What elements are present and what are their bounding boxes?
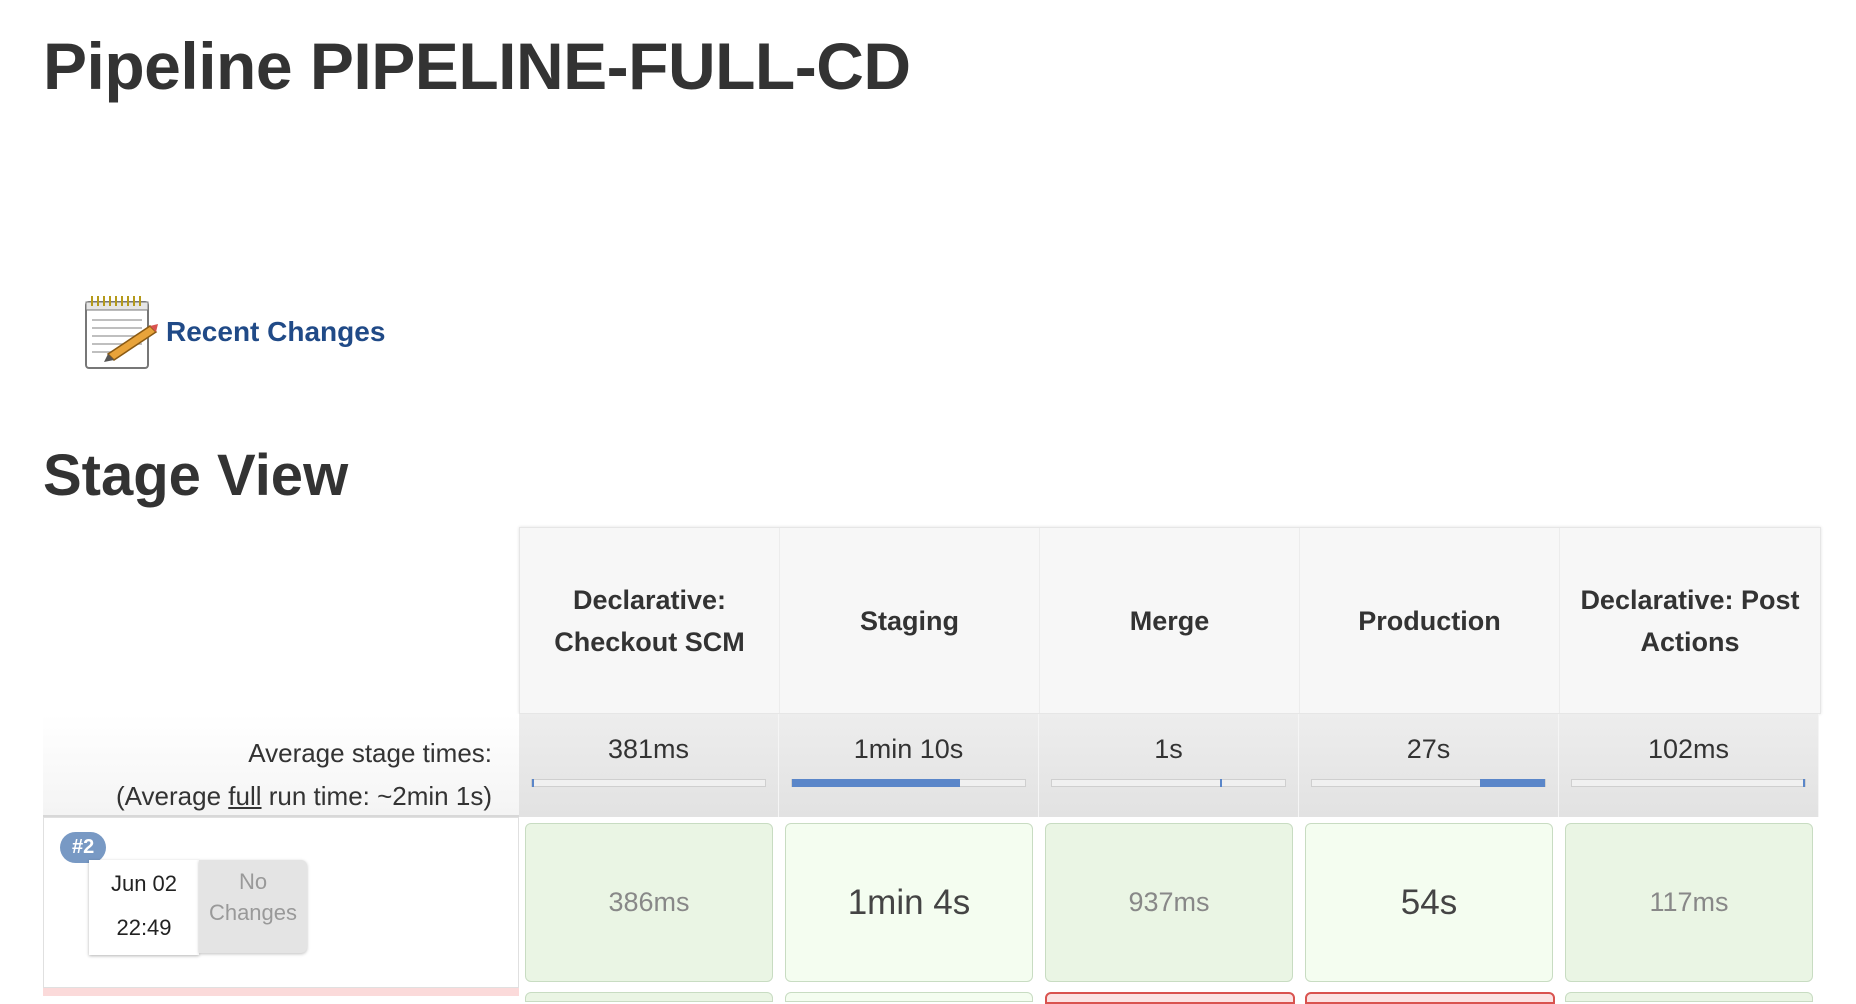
avg-bar-fill: [532, 779, 534, 787]
avg-bar: [1571, 779, 1806, 787]
next-build-row[interactable]: [43, 988, 1826, 1004]
next-build-label[interactable]: [43, 988, 519, 996]
stage-cell[interactable]: 54s: [1299, 817, 1559, 988]
stage-cell[interactable]: 117ms: [1559, 817, 1819, 988]
avg-value: 381ms: [607, 734, 690, 764]
full-run-link[interactable]: full: [228, 781, 261, 811]
avg-run-suffix: run time: ~2min 1s): [261, 781, 492, 811]
notepad-icon: [85, 296, 158, 369]
avg-value: 1s: [1154, 734, 1183, 764]
next-stage-cell-failed[interactable]: [1305, 992, 1555, 1004]
stage-header-staging: Staging: [780, 528, 1040, 713]
stage-view: Declarative: Checkout SCM Staging Merge …: [43, 524, 1826, 1004]
next-stage-cell[interactable]: [525, 992, 773, 1002]
average-times-label: Average stage times: (Average full run t…: [43, 714, 519, 817]
stage-headers: Declarative: Checkout SCM Staging Merge …: [519, 527, 1821, 714]
avg-bar-fill: [1802, 779, 1805, 787]
avg-cell: 102ms: [1559, 714, 1819, 817]
avg-bar-fill: [792, 779, 960, 787]
stage-header-merge: Merge: [1040, 528, 1300, 713]
avg-bar-fill: [1479, 779, 1545, 787]
build-date-day: Jun 02: [110, 871, 178, 896]
avg-cell: 381ms: [519, 714, 779, 817]
average-run-time-text: (Average full run time: ~2min 1s): [43, 775, 492, 818]
build-date[interactable]: Jun 02 22:49: [89, 860, 199, 955]
stage-view-title: Stage View: [43, 443, 349, 508]
avg-cell: 27s: [1299, 714, 1559, 817]
stage-header-checkout: Declarative: Checkout SCM: [520, 528, 780, 713]
avg-value: 102ms: [1647, 734, 1730, 764]
average-times-row: 381ms 1min 10s 1s 27s 102ms: [519, 714, 1819, 817]
avg-run-prefix: (Average: [116, 781, 229, 811]
avg-bar: [1311, 779, 1546, 787]
stage-cell-duration[interactable]: 937ms: [1045, 823, 1293, 982]
build-number-badge[interactable]: #2: [60, 832, 107, 863]
build-changes[interactable]: No Changes: [199, 860, 307, 953]
avg-value: 27s: [1406, 734, 1451, 764]
next-stage-cell-failed[interactable]: [1045, 992, 1295, 1004]
page-title: Pipeline PIPELINE-FULL-CD: [43, 29, 911, 103]
avg-cell: 1s: [1039, 714, 1299, 817]
avg-bar: [791, 779, 1026, 787]
avg-bar: [531, 779, 766, 787]
stage-cell[interactable]: 937ms: [1039, 817, 1299, 988]
build-row-label[interactable]: #2 Jun 02 22:49 No Changes: [43, 817, 519, 988]
average-stage-times-text: Average stage times:: [248, 738, 492, 768]
stage-cell-duration[interactable]: 386ms: [525, 823, 773, 982]
stage-cell-duration[interactable]: 54s: [1305, 823, 1553, 982]
stage-cell[interactable]: 1min 4s: [779, 817, 1039, 988]
build-stage-cells: 386ms 1min 4s 937ms 54s 117ms: [519, 817, 1819, 988]
avg-cell: 1min 10s: [779, 714, 1039, 817]
next-stage-cell[interactable]: [785, 992, 1033, 1002]
avg-bar-fill: [1219, 779, 1222, 787]
stage-cell[interactable]: 386ms: [519, 817, 779, 988]
stage-header-production: Production: [1300, 528, 1560, 713]
stage-cell-duration[interactable]: 1min 4s: [785, 823, 1033, 982]
stage-header-post-actions: Declarative: Post Actions: [1560, 528, 1820, 713]
stage-cell-duration[interactable]: 117ms: [1565, 823, 1813, 982]
recent-changes[interactable]: Recent Changes: [80, 292, 385, 372]
recent-changes-link[interactable]: Recent Changes: [166, 316, 385, 348]
avg-value: 1min 10s: [853, 734, 964, 764]
build-date-time: 22:49: [116, 915, 172, 940]
avg-bar: [1051, 779, 1286, 787]
next-stage-cell[interactable]: [1565, 992, 1813, 1002]
